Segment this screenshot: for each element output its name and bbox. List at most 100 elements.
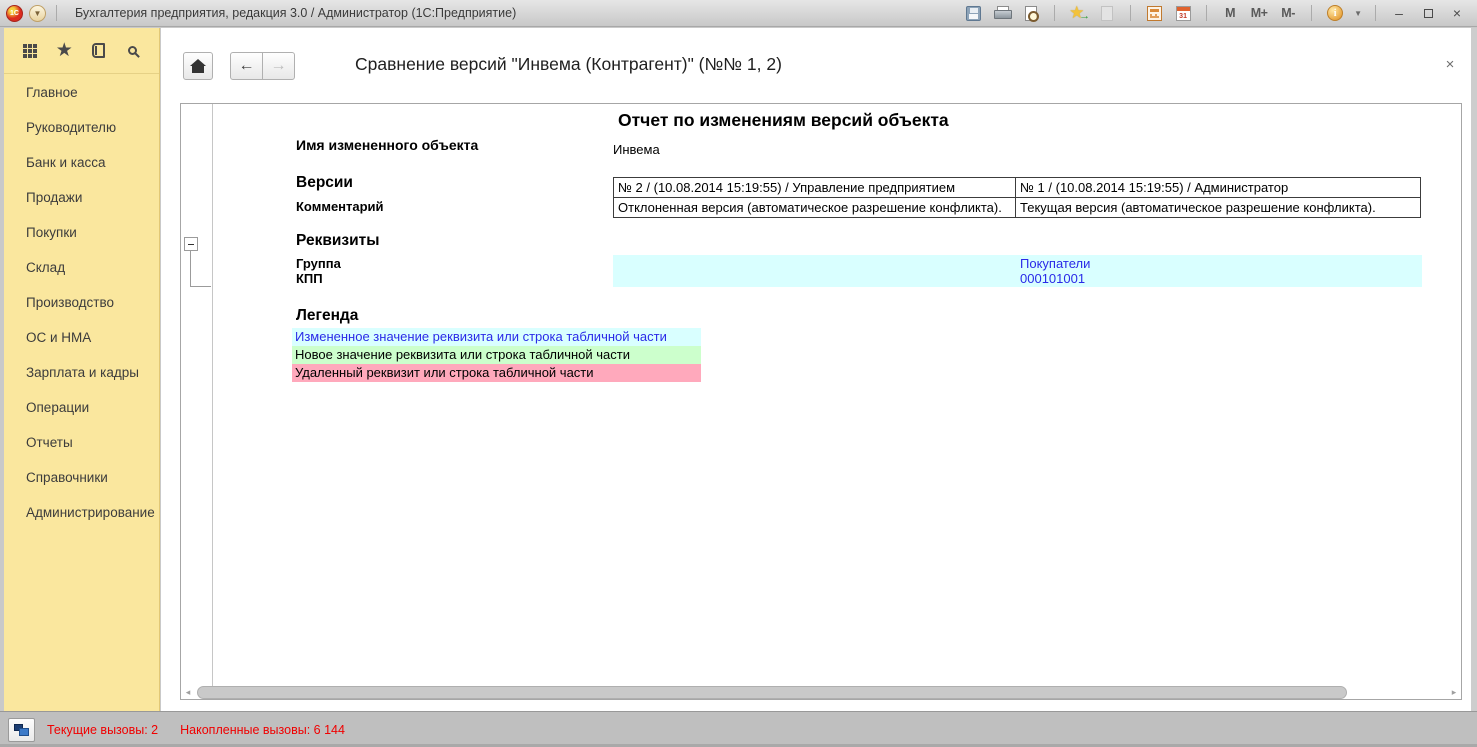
application-window: 1С ▼ Бухгалтерия предприятия, редакция 3… <box>0 0 1477 747</box>
calendar-icon: 31 <box>1176 6 1191 21</box>
info-button[interactable]: i <box>1325 3 1345 23</box>
history-icon <box>92 43 105 58</box>
divider <box>1054 5 1055 21</box>
page-title: Сравнение версий "Инвема (Контрагент)" (… <box>355 54 782 75</box>
minimize-icon: – <box>1395 5 1403 21</box>
scrollbar-track[interactable] <box>193 686 1449 699</box>
print-preview-icon <box>1025 6 1037 21</box>
scroll-left-icon[interactable]: ◂ <box>183 687 193 698</box>
sidebar-item-sklad[interactable]: Склад <box>4 250 159 285</box>
sidebar-item-proizvodstvo[interactable]: Производство <box>4 285 159 320</box>
attribute-kpp-value: 000101001 <box>1020 271 1085 286</box>
sidebar-item-spravochniki[interactable]: Справочники <box>4 460 159 495</box>
maximize-icon <box>1424 9 1433 18</box>
attribute-group-label: Группа <box>296 256 341 271</box>
legend-item-changed: Измененное значение реквизита или строка… <box>292 328 701 346</box>
print-button[interactable] <box>992 3 1012 23</box>
sidebar-item-zarplata-i-kadry[interactable]: Зарплата и кадры <box>4 355 159 390</box>
divider <box>1130 5 1131 21</box>
sidebar-item-otchety[interactable]: Отчеты <box>4 425 159 460</box>
table-row: № 2 / (10.08.2014 15:19:55) / Управление… <box>614 178 1421 198</box>
version-1-comment-cell: Текущая версия (автоматическое разрешени… <box>1016 198 1421 218</box>
info-icon: i <box>1327 5 1343 21</box>
calculator-icon <box>1147 6 1162 21</box>
favorites-star-icon: ★ <box>56 41 73 61</box>
memory-minus-button[interactable]: M- <box>1278 3 1298 23</box>
status-bar: Текущие вызовы: 2 Накопленные вызовы: 6 … <box>0 711 1477 747</box>
save-button[interactable] <box>963 3 983 23</box>
sidebar-item-operacii[interactable]: Операции <box>4 390 159 425</box>
back-arrow-icon: ← <box>239 57 255 75</box>
menu-grid-icon <box>23 44 37 58</box>
document-disabled-icon <box>1101 6 1113 21</box>
forward-arrow-icon: → <box>271 57 287 75</box>
group-bracket <box>190 251 211 287</box>
sidebar: ★ Главное Руководителю Банк и касса Прод… <box>4 28 160 712</box>
comment-label: Комментарий <box>296 199 384 214</box>
search-icon <box>128 46 137 55</box>
changed-attributes-block: Покупатели 000101001 <box>613 255 1422 287</box>
sidebar-item-rukovoditelyu[interactable]: Руководителю <box>4 110 159 145</box>
scrollbar-thumb[interactable] <box>197 686 1347 699</box>
group-collapse-button[interactable] <box>184 237 198 251</box>
memory-plus-button[interactable]: M+ <box>1249 3 1269 23</box>
maximize-button[interactable] <box>1418 3 1438 23</box>
add-favorite-icon: ★→ <box>1069 4 1087 22</box>
divider <box>1206 5 1207 21</box>
version-2-comment-cell: Отклоненная версия (автоматическое разре… <box>614 198 1016 218</box>
sidebar-item-glavnoe[interactable]: Главное <box>4 75 159 110</box>
section-nav: Главное Руководителю Банк и касса Продаж… <box>4 74 159 530</box>
margin-line <box>212 104 213 699</box>
version-2-cell: № 2 / (10.08.2014 15:19:55) / Управление… <box>614 178 1016 198</box>
sidebar-item-prodazhi[interactable]: Продажи <box>4 180 159 215</box>
show-link-button[interactable] <box>1097 3 1117 23</box>
attribute-group-value: Покупатели <box>1020 256 1090 271</box>
legend-item-deleted: Удаленный реквизит или строка табличной … <box>292 364 701 382</box>
favorites-button[interactable]: ★ <box>53 40 75 62</box>
add-favorite-button[interactable]: ★→ <box>1068 3 1088 23</box>
object-name-label: Имя измененного объекта <box>296 137 478 153</box>
close-button[interactable]: × <box>1447 3 1467 23</box>
forward-button[interactable]: → <box>262 52 295 80</box>
title-bar: 1С ▼ Бухгалтерия предприятия, редакция 3… <box>0 0 1477 27</box>
divider <box>1375 5 1376 21</box>
home-icon <box>192 66 204 73</box>
back-button[interactable]: ← <box>230 52 263 80</box>
versions-table: № 2 / (10.08.2014 15:19:55) / Управление… <box>613 177 1421 218</box>
print-icon <box>994 6 1010 20</box>
report-title: Отчет по изменениям версий объекта <box>618 110 949 131</box>
info-dropdown-caret-icon[interactable]: ▼ <box>1354 9 1362 18</box>
divider <box>1311 5 1312 21</box>
horizontal-scrollbar[interactable]: ◂ ▸ <box>183 685 1459 700</box>
save-icon <box>966 6 981 21</box>
minimize-button[interactable]: – <box>1389 3 1409 23</box>
memory-recall-button[interactable]: M <box>1220 3 1240 23</box>
main-menu-button[interactable]: ▼ <box>29 5 46 22</box>
sections-menu-button[interactable] <box>19 40 41 62</box>
sidebar-item-os-i-nma[interactable]: ОС и НМА <box>4 320 159 355</box>
versions-label: Версии <box>296 174 353 192</box>
legend-label: Легенда <box>296 307 358 325</box>
table-row: Отклоненная версия (автоматическое разре… <box>614 198 1421 218</box>
sidebar-item-pokupki[interactable]: Покупки <box>4 215 159 250</box>
divider <box>56 5 57 21</box>
calendar-button[interactable]: 31 <box>1173 3 1193 23</box>
server-calls-button[interactable] <box>8 718 35 742</box>
home-button[interactable] <box>183 52 213 80</box>
calculator-button[interactable] <box>1144 3 1164 23</box>
print-preview-button[interactable] <box>1021 3 1041 23</box>
window-title: Бухгалтерия предприятия, редакция 3.0 / … <box>75 6 516 20</box>
scroll-right-icon[interactable]: ▸ <box>1449 687 1459 698</box>
sidebar-item-bank-i-kassa[interactable]: Банк и касса <box>4 145 159 180</box>
search-button[interactable] <box>122 40 144 62</box>
sidebar-item-administrirovanie[interactable]: Администрирование <box>4 495 159 530</box>
report-area: Отчет по изменениям версий объекта Имя и… <box>180 103 1462 700</box>
monitors-icon <box>19 728 29 736</box>
accumulated-calls-status: Накопленные вызовы: 6 144 <box>180 723 345 737</box>
version-1-cell: № 1 / (10.08.2014 15:19:55) / Администра… <box>1016 178 1421 198</box>
object-name-value: Инвема <box>613 142 660 157</box>
attribute-kpp-label: КПП <box>296 271 323 286</box>
close-icon: × <box>1453 5 1461 21</box>
form-close-button[interactable]: × <box>1441 56 1459 73</box>
history-button[interactable] <box>88 40 110 62</box>
